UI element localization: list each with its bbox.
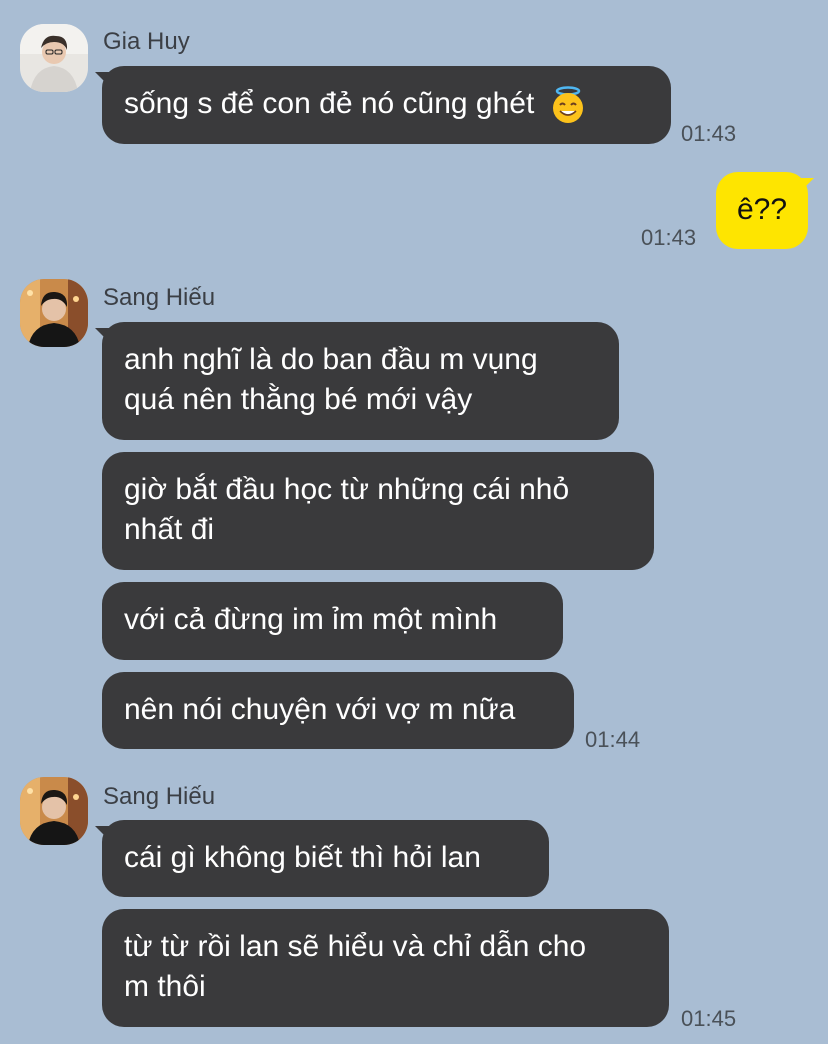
sender-name: Sang Hiếu: [103, 783, 216, 810]
message-text: cái gì không biết thì hỏi lan: [124, 841, 481, 874]
avatar-sang-hieu[interactable]: [20, 777, 88, 845]
timestamp: 01:43: [681, 121, 737, 146]
message-bubble[interactable]: từ từ rồi lan sẽ hiểu và chỉ dẫn cho m t…: [102, 909, 669, 1027]
message-bubble[interactable]: nên nói chuyện với vợ m nữa: [102, 672, 574, 749]
timestamp: 01:44: [585, 727, 641, 752]
timestamp: 01:45: [681, 1006, 737, 1031]
smiling-face-with-halo-icon: [549, 86, 587, 124]
message-bubble[interactable]: giờ bắt đầu học từ những cái nhỏ nhất đi: [102, 452, 654, 570]
message-text-line: anh nghĩ là do ban đầu m vụng: [124, 343, 538, 376]
sender-name: Sang Hiếu: [103, 284, 216, 311]
timestamp: 01:43: [641, 225, 697, 250]
message-bubble[interactable]: anh nghĩ là do ban đầu m vụng quá nên th…: [102, 322, 619, 440]
outgoing-message-bubble[interactable]: ê??: [716, 172, 808, 249]
message-text-line: nhất đi: [124, 513, 215, 546]
avatar-gia-huy[interactable]: [20, 24, 88, 92]
avatar-sang-hieu[interactable]: [20, 279, 88, 347]
message-bubble[interactable]: sống s để con đẻ nó cũng ghét: [102, 66, 671, 144]
message-text-line: giờ bắt đầu học từ những cái nhỏ: [124, 473, 570, 506]
message-bubble[interactable]: cái gì không biết thì hỏi lan: [102, 820, 549, 897]
message-bubble[interactable]: với cả đừng im ỉm một mình: [102, 582, 563, 660]
message-text-line: m thôi: [124, 970, 206, 1003]
sender-name: Gia Huy: [103, 28, 190, 55]
message-text-line: quá nên thằng bé mới vậy: [124, 383, 473, 416]
message-text: với cả đừng im ỉm một mình: [124, 603, 498, 636]
message-text: ê??: [736, 193, 788, 226]
message-text: sống s để con đẻ nó cũng ghét: [124, 87, 535, 120]
message-text-line: từ từ rồi lan sẽ hiểu và chỉ dẫn cho: [124, 930, 587, 963]
chat-container: Gia Huy sống s để con đẻ nó cũng ghét 01…: [0, 0, 828, 1044]
message-text: nên nói chuyện với vợ m nữa: [124, 693, 516, 726]
